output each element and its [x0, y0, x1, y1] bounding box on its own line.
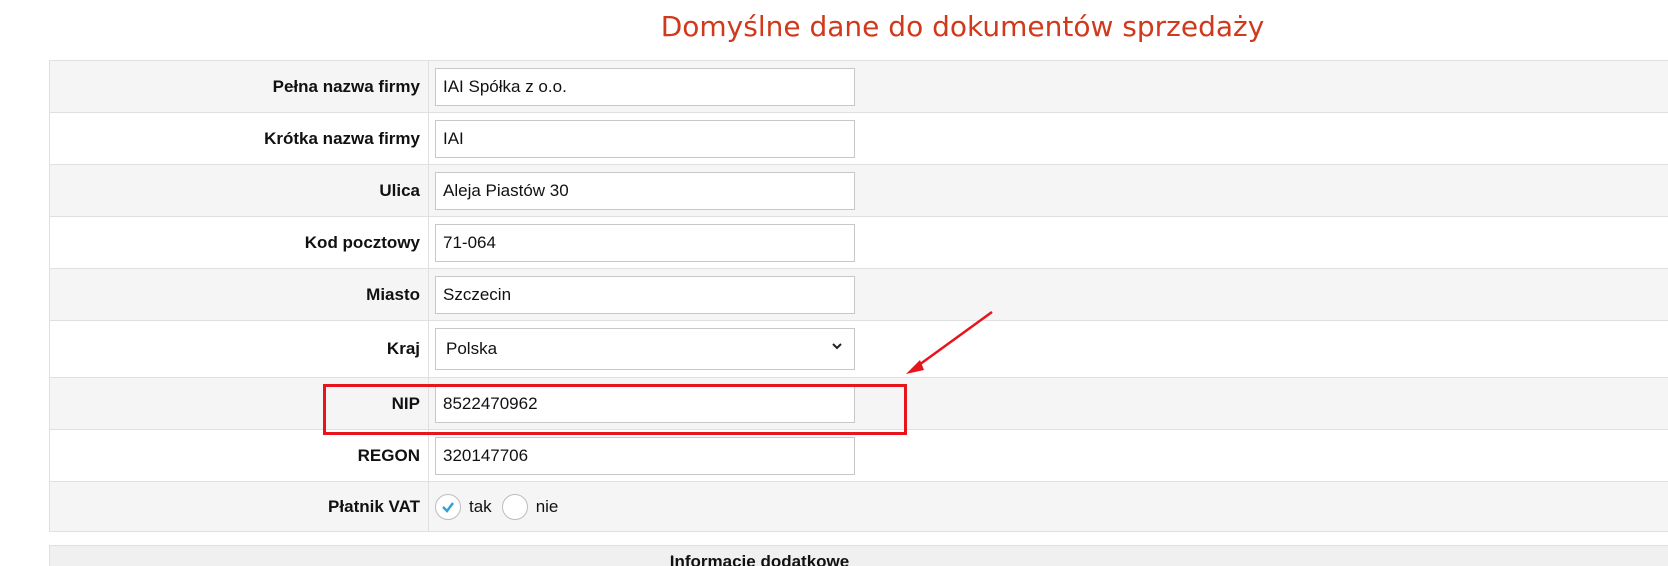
regon-label: REGON: [357, 445, 420, 465]
vat-yes-label: tak: [469, 496, 492, 516]
row-vat-payer: Płatnik VAT tak nie: [49, 482, 1668, 532]
row-full-name: Pełna nazwa firmy: [49, 61, 1668, 113]
city-input[interactable]: [435, 275, 855, 314]
row-regon: REGON: [49, 430, 1668, 482]
additional-info-title: Informacje dodatkowe: [669, 552, 850, 566]
street-label: Ulica: [379, 180, 420, 200]
vat-yes-option[interactable]: tak: [435, 493, 492, 520]
row-city: Miasto: [49, 269, 1668, 321]
row-short-name: Krótka nazwa firmy: [49, 113, 1668, 165]
full-name-label: Pełna nazwa firmy: [272, 76, 420, 96]
postal-code-input[interactable]: [435, 223, 855, 262]
country-select-value: Polska: [446, 339, 498, 358]
row-street: Ulica: [49, 165, 1668, 217]
street-input[interactable]: [435, 171, 855, 210]
chevron-down-icon: [832, 343, 842, 350]
postal-code-label: Kod pocztowy: [304, 232, 420, 252]
checkmark-icon: [442, 501, 454, 513]
vat-no-option[interactable]: nie: [501, 493, 559, 520]
vat-no-radio[interactable]: [501, 493, 528, 520]
vat-yes-radio[interactable]: [435, 493, 461, 520]
short-name-label: Krótka nazwa firmy: [264, 128, 420, 148]
row-postal-code: Kod pocztowy: [49, 217, 1668, 269]
nip-label: NIP: [391, 393, 420, 413]
country-select[interactable]: Polska: [435, 328, 855, 370]
vat-no-label: nie: [535, 496, 559, 516]
row-nip: NIP: [49, 378, 1668, 430]
nip-input[interactable]: [435, 384, 855, 423]
country-label: Kraj: [386, 339, 420, 358]
short-name-input[interactable]: [435, 119, 855, 158]
page-title: Domyślne dane do dokumentów sprzedaży: [660, 10, 1265, 43]
vat-payer-label: Płatnik VAT: [328, 496, 420, 516]
city-label: Miasto: [366, 284, 420, 304]
row-country: Kraj Polska: [49, 321, 1668, 378]
full-name-input[interactable]: [435, 67, 855, 106]
regon-input[interactable]: [435, 436, 855, 475]
company-form: Pełna nazwa firmy Krótka nazwa firmy Uli…: [49, 60, 1668, 532]
additional-info-header: Informacje dodatkowe: [49, 545, 1668, 566]
